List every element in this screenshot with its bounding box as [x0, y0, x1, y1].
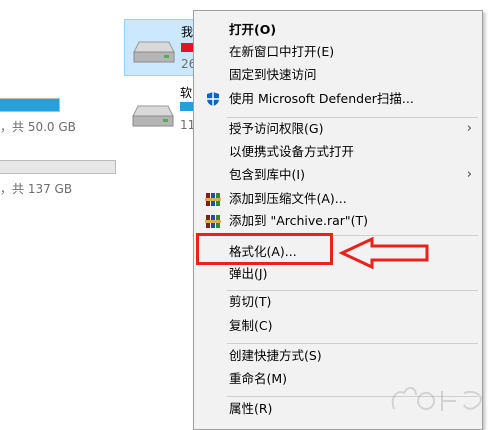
menu-item-label: 重命名(M) — [229, 371, 288, 386]
menu-item-label: 授予访问权限(G) — [229, 121, 324, 136]
menu-item-open-new-window[interactable]: 在新窗口中打开(E) — [196, 41, 480, 63]
drive-d-size-text: ，共 137 GB — [0, 182, 73, 196]
menu-item-label: 弹出(J) — [229, 266, 268, 281]
menu-item-label: 剪切(T) — [229, 294, 272, 309]
menu-item-label: 包含到库中(I) — [229, 167, 305, 182]
watermark-logo-icon — [391, 387, 482, 411]
menu-item-label: 固定到快速访问 — [229, 67, 317, 82]
chevron-right-icon: › — [466, 167, 472, 182]
menu-item-label: 使用 Microsoft Defender扫描... — [229, 91, 414, 106]
menu-item-copy[interactable]: 复制(C) — [196, 315, 480, 337]
winrar-books-icon — [205, 215, 221, 228]
menu-item-add-archive[interactable]: 添加到压缩文件(A)... — [196, 188, 480, 210]
annotation-arrow-icon — [338, 236, 429, 270]
menu-item-label: 复制(C) — [229, 318, 273, 333]
menu-item-include-library[interactable]: 包含到库中(I) › — [196, 164, 480, 186]
context-menu: 打开(O) 在新窗口中打开(E) 固定到快速访问 使用 Microsoft De… — [193, 10, 483, 430]
menu-item-open[interactable]: 打开(O) — [196, 19, 480, 41]
menu-item-pin-quick-access[interactable]: 固定到快速访问 — [196, 64, 480, 86]
drive-name: 我 — [181, 25, 194, 39]
annotation-highlight-box — [196, 233, 333, 265]
menu-item-defender-scan[interactable]: 使用 Microsoft Defender扫描... — [196, 88, 480, 110]
menu-item-label: 创建快捷方式(S) — [229, 348, 322, 363]
drive-name: 软 — [180, 86, 193, 100]
menu-item-label: 添加到 "Archive.rar"(T) — [229, 213, 369, 228]
chevron-right-icon: › — [466, 121, 472, 136]
drive-c-usage-bar — [0, 98, 60, 112]
menu-item-label: 打开(O) — [229, 22, 277, 37]
menu-item-label: 以便携式设备方式打开 — [229, 144, 355, 159]
menu-item-grant-access[interactable]: 授予访问权限(G) › — [196, 118, 480, 140]
menu-item-label: 添加到压缩文件(A)... — [229, 191, 347, 206]
drive-c-size-text: ，共 50.0 GB — [0, 120, 76, 134]
winrar-books-icon — [205, 193, 221, 206]
menu-separator — [227, 343, 478, 344]
drive-tile[interactable]: 软 11 — [124, 80, 196, 137]
drive-d-usage-bar — [0, 160, 116, 174]
menu-item-add-archive-rar[interactable]: 添加到 "Archive.rar"(T) — [196, 210, 480, 232]
defender-shield-icon — [207, 92, 219, 106]
menu-item-open-portable[interactable]: 以便携式设备方式打开 — [196, 141, 480, 163]
hard-drive-icon — [133, 41, 175, 63]
drive-c-usage-fill — [0, 99, 59, 111]
drive-tile-selected[interactable]: 我 26 — [124, 19, 197, 76]
menu-item-cut[interactable]: 剪切(T) — [196, 291, 480, 313]
menu-item-create-shortcut[interactable]: 创建快捷方式(S) — [196, 345, 480, 367]
hard-drive-icon — [132, 105, 174, 127]
menu-item-label: 在新窗口中打开(E) — [229, 44, 335, 59]
menu-item-label: 属性(R) — [229, 401, 273, 416]
